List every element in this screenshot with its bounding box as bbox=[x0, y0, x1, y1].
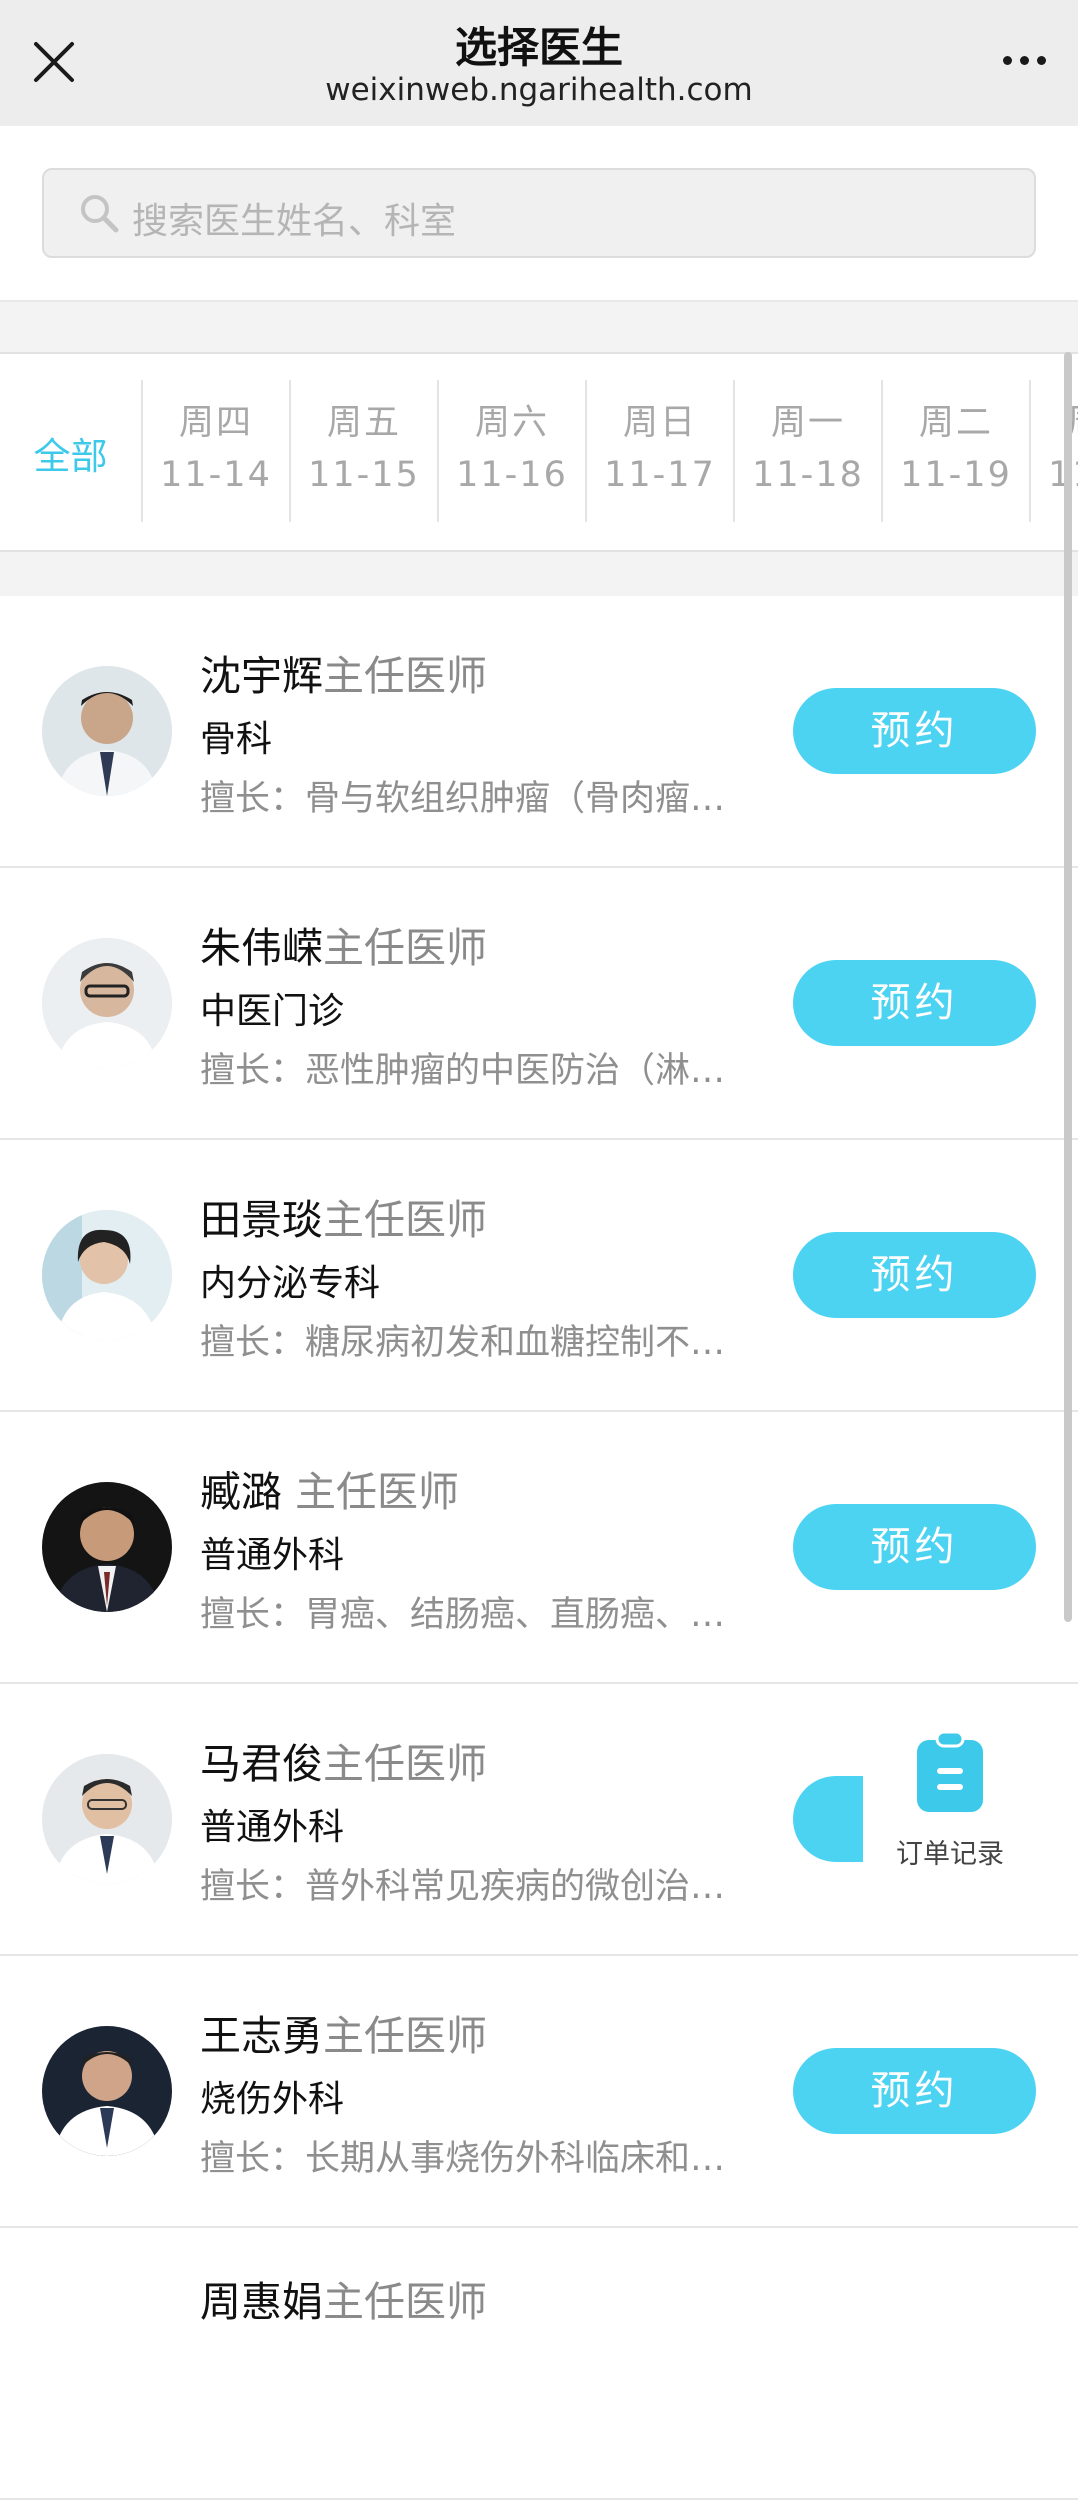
tab-date: 11-19 bbox=[900, 455, 1012, 495]
doctor-name: 马君俊 bbox=[200, 1740, 323, 1788]
doctor-name: 臧潞 bbox=[200, 1468, 282, 1516]
doctor-department: 内分泌专科 bbox=[200, 1263, 381, 1304]
order-record-button[interactable]: 订单记录 bbox=[880, 1730, 1020, 1900]
doctor-department: 普通外科 bbox=[200, 1807, 345, 1848]
doctor-department: 普通外科 bbox=[200, 1535, 345, 1576]
doctor-title: 主任医师 bbox=[282, 1468, 460, 1516]
doctor-title: 主任医师 bbox=[323, 1740, 487, 1788]
avatar bbox=[42, 2026, 172, 2156]
tab-all-label: 全部 bbox=[33, 435, 108, 478]
doctor-name: 朱伟嵘 bbox=[200, 924, 323, 972]
book-button[interactable] bbox=[793, 1776, 863, 1862]
doctor-title: 主任医师 bbox=[323, 652, 487, 700]
doctor-department: 骨科 bbox=[200, 719, 273, 760]
tab-day[interactable]: 周五 11-15 bbox=[291, 380, 439, 522]
doctor-specialty: 擅长：恶性肿瘤的中医防治（淋… bbox=[200, 1051, 726, 1091]
dot bbox=[1036, 55, 1046, 65]
doctor-name-line: 王志勇主任医师 bbox=[200, 2002, 487, 2062]
date-tab-bar[interactable]: 全部 周四 11-14 周五 11-15 周六 11-16 周日 11-17 周… bbox=[0, 352, 1078, 552]
tab-day[interactable]: 周一 11-18 bbox=[735, 380, 883, 522]
book-button[interactable]: 预约 bbox=[793, 2048, 1036, 2134]
doctor-row[interactable]: 沈宇辉主任医师 骨科 擅长：骨与软组织肿瘤（骨肉瘤… 预约 bbox=[0, 596, 1078, 868]
doctor-name-line: 周惠娟主任医师 bbox=[200, 2268, 487, 2328]
doctor-name: 周惠娟 bbox=[200, 2278, 323, 2326]
doctor-name: 沈宇辉 bbox=[200, 652, 323, 700]
doctor-list: 沈宇辉主任医师 骨科 擅长：骨与软组织肿瘤（骨肉瘤… 预约 朱伟嵘主任医师 中医… bbox=[0, 596, 1078, 2500]
title-bar: 选择医生 weixinweb.ngarihealth.com bbox=[0, 0, 1078, 126]
avatar bbox=[42, 666, 172, 796]
doctor-name: 田景琰 bbox=[200, 1196, 323, 1244]
tab-date: 11-14 bbox=[160, 455, 272, 495]
search-input[interactable]: 搜索医生姓名、科室 bbox=[42, 168, 1036, 258]
doctor-specialty: 擅长：骨与软组织肿瘤（骨肉瘤… bbox=[200, 779, 726, 819]
page-domain: weixinweb.ngarihealth.com bbox=[325, 72, 753, 108]
tab-date: 11-15 bbox=[308, 455, 420, 495]
tab-date: 11-18 bbox=[752, 455, 864, 495]
clipboard-icon bbox=[917, 1730, 983, 1812]
book-button[interactable]: 预约 bbox=[793, 1232, 1036, 1318]
tab-day[interactable]: 周六 11-16 bbox=[439, 380, 587, 522]
tab-date: 11-16 bbox=[456, 455, 568, 495]
divider-band bbox=[0, 552, 1078, 596]
doctor-title: 主任医师 bbox=[323, 924, 487, 972]
doctor-name-line: 沈宇辉主任医师 bbox=[200, 642, 487, 702]
dot bbox=[1019, 55, 1029, 65]
search-icon bbox=[81, 195, 119, 233]
tab-weekday: 周日 bbox=[622, 403, 697, 443]
divider-band bbox=[0, 302, 1078, 352]
avatar bbox=[42, 938, 172, 1068]
doctor-name-line: 田景琰主任医师 bbox=[200, 1186, 487, 1246]
avatar bbox=[42, 1210, 172, 1340]
tab-date: 11-17 bbox=[604, 455, 716, 495]
doctor-department: 烧伤外科 bbox=[200, 2079, 345, 2120]
tab-day[interactable]: 周二 11-19 bbox=[883, 380, 1031, 522]
avatar bbox=[42, 1482, 172, 1612]
book-button[interactable]: 预约 bbox=[793, 1504, 1036, 1590]
doctor-name-line: 臧潞 主任医师 bbox=[200, 1458, 459, 1518]
order-record-label: 订单记录 bbox=[896, 1839, 1004, 1870]
book-button[interactable]: 预约 bbox=[793, 960, 1036, 1046]
page-title: 选择医生 bbox=[454, 23, 623, 72]
tab-weekday: 周一 bbox=[770, 403, 845, 443]
doctor-name-line: 朱伟嵘主任医师 bbox=[200, 914, 487, 974]
tab-weekday: 周五 bbox=[326, 403, 401, 443]
tab-day[interactable]: 周日 11-17 bbox=[587, 380, 735, 522]
doctor-specialty: 擅长：长期从事烧伤外科临床和… bbox=[200, 2139, 726, 2179]
doctor-specialty: 擅长：胃癌、结肠癌、直肠癌、… bbox=[200, 1595, 726, 1635]
dot bbox=[1002, 55, 1012, 65]
doctor-department: 中医门诊 bbox=[200, 991, 345, 1032]
doctor-row[interactable]: 周惠娟主任医师 bbox=[0, 2228, 1078, 2500]
doctor-title: 主任医师 bbox=[323, 2012, 487, 2060]
doctor-title: 主任医师 bbox=[323, 2278, 487, 2326]
doctor-specialty: 擅长：普外科常见疾病的微创治… bbox=[200, 1867, 726, 1907]
doctor-name-line: 马君俊主任医师 bbox=[200, 1730, 487, 1790]
doctor-specialty: 擅长：糖尿病初发和血糖控制不… bbox=[200, 1323, 726, 1363]
tab-weekday: 周四 bbox=[178, 403, 253, 443]
scrollbar[interactable] bbox=[1064, 352, 1072, 1622]
tab-day[interactable]: 周四 11-14 bbox=[143, 380, 291, 522]
avatar bbox=[42, 1754, 172, 1884]
tab-weekday: 周二 bbox=[918, 403, 993, 443]
more-dots-icon[interactable] bbox=[994, 36, 1054, 84]
doctor-row[interactable]: 臧潞 主任医师 普通外科 擅长：胃癌、结肠癌、直肠癌、… 预约 bbox=[0, 1412, 1078, 1684]
doctor-row[interactable]: 王志勇主任医师 烧伤外科 擅长：长期从事烧伤外科临床和… 预约 bbox=[0, 1956, 1078, 2228]
doctor-name: 王志勇 bbox=[200, 2012, 323, 2060]
search-placeholder: 搜索医生姓名、科室 bbox=[132, 201, 457, 242]
search-section: 搜索医生姓名、科室 bbox=[0, 126, 1078, 302]
doctor-row[interactable]: 田景琰主任医师 内分泌专科 擅长：糖尿病初发和血糖控制不… 预约 bbox=[0, 1140, 1078, 1412]
tab-all[interactable]: 全部 bbox=[0, 380, 143, 522]
doctor-title: 主任医师 bbox=[323, 1196, 487, 1244]
tab-weekday: 周六 bbox=[474, 403, 549, 443]
book-button[interactable]: 预约 bbox=[793, 688, 1036, 774]
doctor-row[interactable]: 朱伟嵘主任医师 中医门诊 擅长：恶性肿瘤的中医防治（淋… 预约 bbox=[0, 868, 1078, 1140]
